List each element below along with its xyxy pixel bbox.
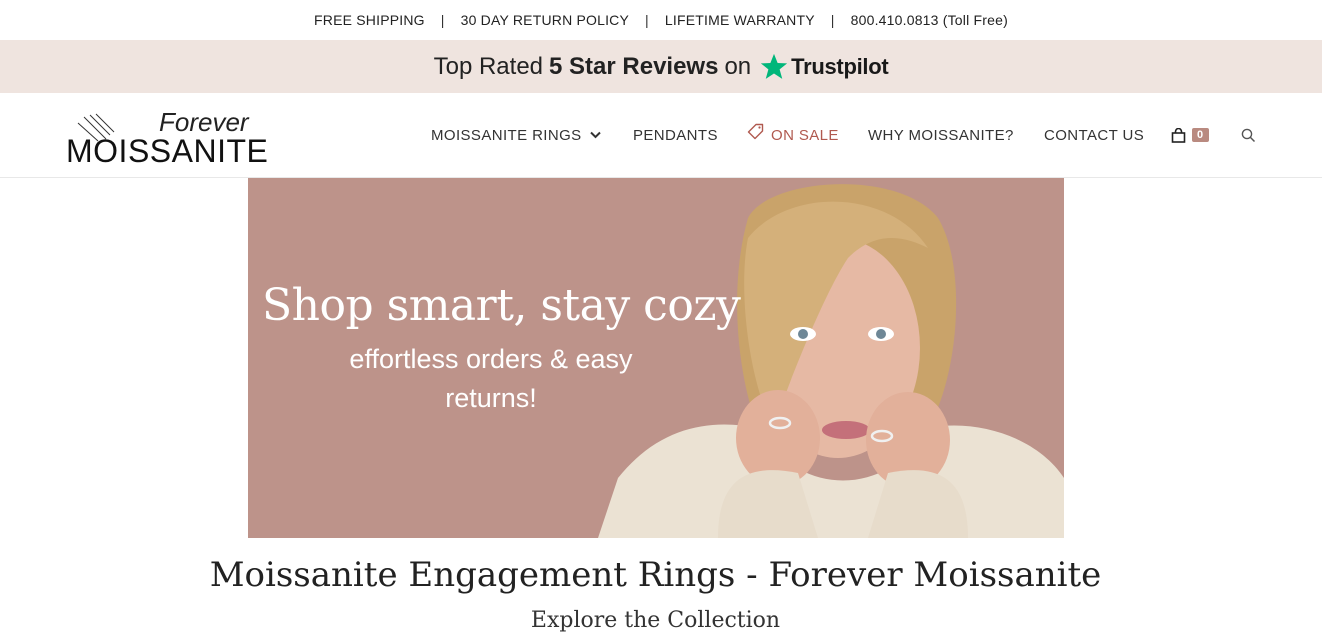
- logo-moissanite-text: MOISSANITE: [66, 133, 269, 169]
- search-icon: [1241, 128, 1256, 143]
- search-button[interactable]: [1241, 128, 1256, 143]
- nav-pendants[interactable]: PENDANTS: [633, 127, 718, 144]
- shopping-bag-icon: [1171, 127, 1186, 143]
- trustpilot-logo-text: Trustpilot: [791, 53, 889, 79]
- hero-banner[interactable]: Shop smart, stay cozy effortless orders …: [248, 178, 1064, 538]
- nav-pendants-label: PENDANTS: [633, 126, 718, 144]
- return-policy-text: 30 DAY RETURN POLICY: [460, 12, 630, 28]
- tag-icon: [747, 123, 765, 141]
- separator: |: [440, 12, 445, 28]
- nav-why-moissanite[interactable]: WHY MOISSANITE?: [868, 127, 1014, 144]
- phone-number-link[interactable]: 800.410.0813 (Toll Free): [851, 12, 1008, 28]
- nav-on-sale[interactable]: ON SALE: [747, 123, 839, 144]
- hero-subtitle: effortless orders & easy returns!: [349, 344, 633, 413]
- nav-on-sale-label: ON SALE: [771, 126, 839, 144]
- hero-model-photo: [598, 184, 1064, 538]
- page-title: Moissanite Engagement Rings - Forever Mo…: [209, 555, 1102, 595]
- separator: |: [830, 12, 835, 28]
- banner-prefix: Top Rated: [433, 52, 544, 80]
- cart-button[interactable]: 0: [1171, 127, 1209, 143]
- nav-moissanite-rings[interactable]: MOISSANITE RINGS: [431, 127, 601, 144]
- nav-contact-us[interactable]: CONTACT US: [1044, 127, 1144, 144]
- site-header: Forever MOISSANITE MOISSANITE RINGS PEND…: [0, 93, 1322, 178]
- explore-collection-heading: Explore the Collection: [530, 608, 781, 633]
- nav-why-moissanite-label: WHY MOISSANITE?: [868, 126, 1014, 144]
- hero-title: Shop smart, stay cozy: [262, 280, 741, 331]
- free-shipping-text: FREE SHIPPING: [314, 12, 425, 28]
- banner-bold-text: 5 Star Reviews: [549, 52, 719, 80]
- nav-moissanite-rings-label: MOISSANITE RINGS: [431, 126, 582, 144]
- trustpilot-banner[interactable]: Top Rated 5 Star Reviews on Trustpilot: [0, 40, 1322, 93]
- chevron-down-icon: [589, 131, 601, 139]
- top-info-bar: FREE SHIPPING | 30 DAY RETURN POLICY | L…: [0, 0, 1322, 40]
- site-logo[interactable]: Forever MOISSANITE: [66, 107, 268, 169]
- trustpilot-star-icon: [759, 52, 789, 82]
- separator: |: [645, 12, 649, 28]
- banner-on-text: on: [724, 52, 752, 80]
- warranty-text: LIFETIME WARRANTY: [664, 12, 815, 28]
- cart-count-badge: 0: [1192, 128, 1209, 142]
- nav-contact-us-label: CONTACT US: [1044, 126, 1145, 144]
